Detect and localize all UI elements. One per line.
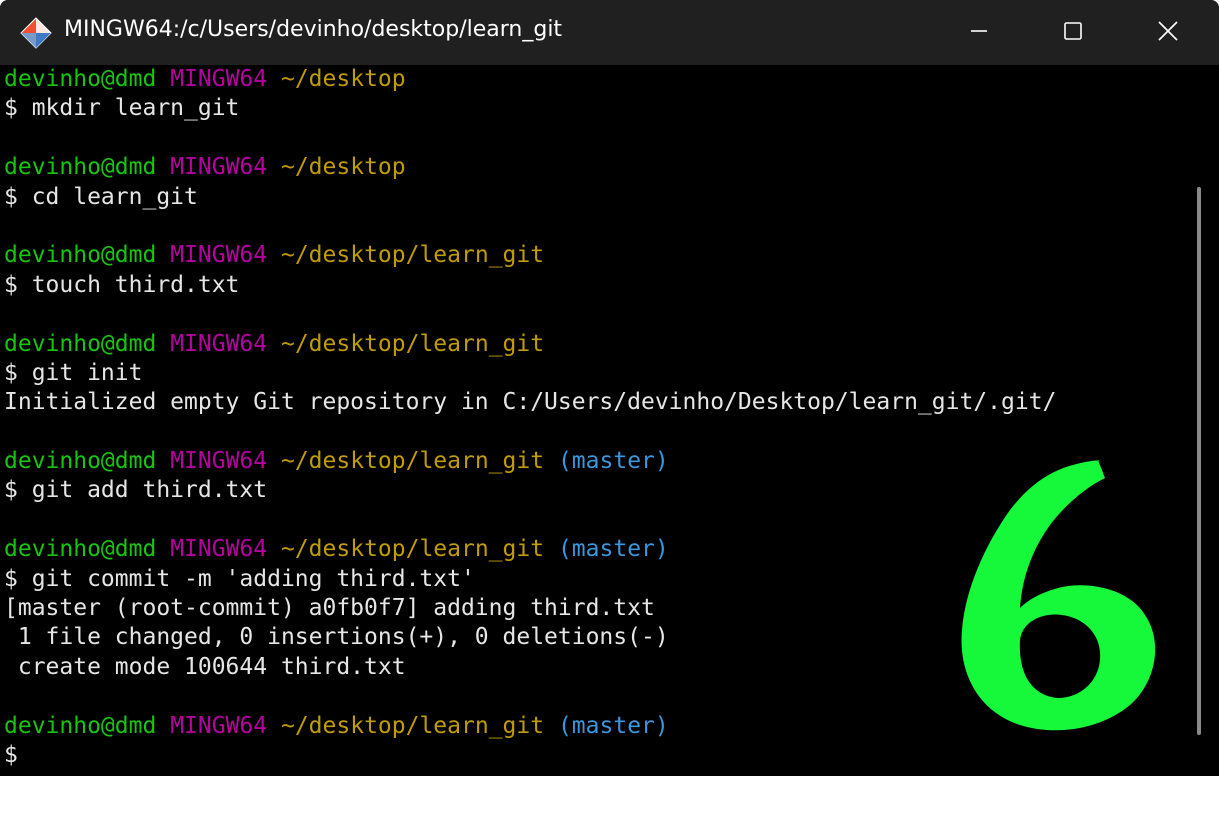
close-button[interactable] <box>1122 0 1214 65</box>
output-line: $ mkdir learn_git <box>4 95 240 122</box>
prompt-branch: (master) <box>557 448 669 475</box>
prompt-line: devinho@dmd MINGW64 ~/desktop/learn_git <box>4 330 1181 359</box>
git-diamond-icon <box>18 15 54 51</box>
minimize-icon <box>969 21 989 45</box>
prompt-branch: (master) <box>557 712 669 739</box>
title-bar[interactable]: MINGW64:/c/Users/devinho/desktop/learn_g… <box>0 0 1219 65</box>
prompt-host: MINGW64 <box>170 536 268 563</box>
prompt-user: devinho@dmd <box>4 712 157 739</box>
output-line: $ cd learn_git <box>4 183 198 210</box>
prompt-user: devinho@dmd <box>4 330 157 357</box>
prompt-host: MINGW64 <box>170 66 268 92</box>
prompt-path: ~/desktop/learn_git <box>280 448 545 475</box>
prompt-user: devinho@dmd <box>4 154 157 181</box>
prompt-host: MINGW64 <box>170 154 268 181</box>
maximize-icon <box>1063 21 1083 45</box>
prompt-host: MINGW64 <box>170 448 268 475</box>
prompt-host: MINGW64 <box>170 330 268 357</box>
prompt-host: MINGW64 <box>170 242 268 269</box>
close-icon <box>1157 20 1179 46</box>
prompt-user: devinho@dmd <box>4 242 157 269</box>
minimize-button[interactable] <box>933 0 1025 65</box>
maximize-button[interactable] <box>1027 0 1119 65</box>
prompt-line: devinho@dmd MINGW64 ~/desktop/learn_git <box>4 241 1181 270</box>
prompt-path: ~/desktop/learn_git <box>280 712 545 739</box>
prompt-user: devinho@dmd <box>4 66 157 92</box>
window-title: MINGW64:/c/Users/devinho/desktop/learn_g… <box>64 17 563 42</box>
prompt-line: devinho@dmd MINGW64 ~/desktop <box>4 153 1181 182</box>
output-line: Initialized empty Git repository in C:/U… <box>4 389 1057 416</box>
prompt-path: ~/desktop/learn_git <box>280 242 545 269</box>
vertical-scrollbar[interactable] <box>1181 65 1219 776</box>
handwritten-six-annotation <box>961 460 1156 731</box>
prompt-path: ~/desktop/learn_git <box>280 330 545 357</box>
prompt-user: devinho@dmd <box>4 448 157 475</box>
prompt-branch: (master) <box>557 536 669 563</box>
prompt-path: ~/desktop/learn_git <box>280 536 545 563</box>
scrollbar-thumb[interactable] <box>1197 187 1201 735</box>
output-line: $ <box>4 741 18 768</box>
prompt-user: devinho@dmd <box>4 536 157 563</box>
output-line: $ touch third.txt <box>4 271 240 298</box>
prompt-line: devinho@dmd MINGW64 ~/desktop <box>4 65 1181 94</box>
prompt-path: ~/desktop <box>280 154 406 181</box>
prompt-path: ~/desktop <box>280 66 406 92</box>
output-line: $ git init <box>4 359 143 386</box>
prompt-host: MINGW64 <box>170 712 268 739</box>
